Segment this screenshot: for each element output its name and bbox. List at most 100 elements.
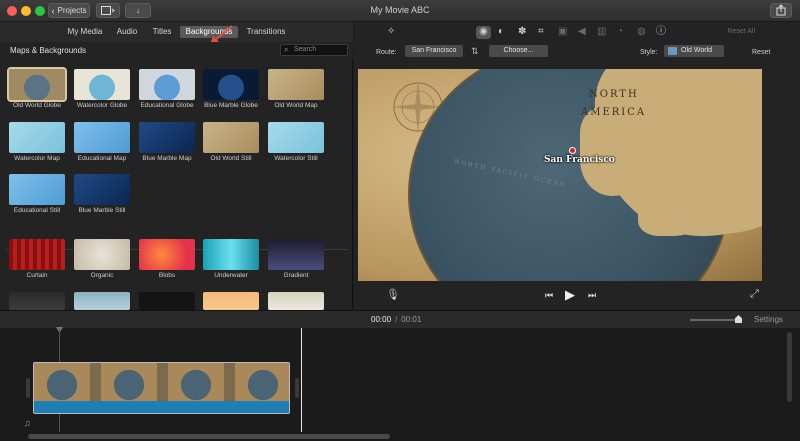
- educational-map-thumbnail[interactable]: [74, 122, 130, 153]
- swap-route-icon[interactable]: ⇅: [471, 46, 479, 57]
- globe: [408, 69, 762, 281]
- horizontal-scrollbar[interactable]: [28, 434, 390, 439]
- skip-forward-icon[interactable]: ⏭︎: [588, 290, 596, 301]
- tab-my-media[interactable]: My Media: [66, 26, 104, 38]
- play-icon[interactable]: ▶: [565, 287, 575, 303]
- map-label: Old World Globe: [13, 102, 61, 109]
- choose-destination-button[interactable]: Choose...: [489, 45, 548, 57]
- clip-frame: [235, 363, 289, 403]
- share-button[interactable]: [770, 3, 792, 18]
- old-world-globe-thumbnail[interactable]: [7, 67, 67, 102]
- volume-icon[interactable]: ◀: [578, 26, 586, 38]
- route-start-button[interactable]: San Francisco: [405, 45, 463, 57]
- current-time: 00:00: [371, 315, 392, 324]
- old-world-map-thumbnail[interactable]: [268, 69, 324, 100]
- old-world-still-thumbnail[interactable]: [203, 122, 259, 153]
- settings-button[interactable]: Settings: [754, 315, 783, 324]
- tab-titles[interactable]: Titles: [150, 26, 174, 38]
- timecode: 00:00/00:01: [371, 315, 421, 324]
- background-label: Curtain: [26, 272, 48, 279]
- curtain-background-thumbnail[interactable]: [9, 239, 65, 270]
- timeline-zoom-slider[interactable]: [690, 319, 740, 321]
- blue-marble-still-thumbnail[interactable]: [74, 174, 130, 205]
- info-icon[interactable]: ⓘ: [656, 26, 666, 38]
- map-label: Watercolor Map: [14, 155, 60, 162]
- underwater-background-thumbnail[interactable]: [203, 239, 259, 270]
- map-label: Blue Marble Map: [142, 155, 192, 162]
- window-title: My Movie ABC: [370, 5, 430, 15]
- gradient-background-thumbnail[interactable]: [268, 239, 324, 270]
- video-clip[interactable]: [33, 362, 290, 414]
- speed-icon[interactable]: ◔: [617, 26, 623, 38]
- reset-button[interactable]: Reset: [752, 49, 770, 56]
- watercolor-still-thumbnail[interactable]: [268, 122, 324, 153]
- clip-trim-handle-right[interactable]: [295, 378, 299, 398]
- background-thumbnail[interactable]: [74, 292, 130, 310]
- color-palette-icon[interactable]: ✽: [518, 26, 526, 38]
- stabilization-icon[interactable]: ◍: [637, 26, 646, 38]
- browser-tabs: My Media Audio Titles Backgrounds Transi…: [0, 22, 353, 42]
- blobs-background-thumbnail[interactable]: [139, 239, 195, 270]
- imovie-window: ‹ Projects ↓ My Movie ABC My Media Audio…: [0, 0, 800, 441]
- map-label: Blue Marble Still: [78, 207, 126, 214]
- map-route-controls: Route: San Francisco ⇅ Choose... Style: …: [354, 42, 800, 62]
- microphone-icon[interactable]: 🎙︎: [386, 288, 400, 301]
- timeline[interactable]: ♫: [0, 327, 800, 441]
- timeline-header: 00:00/00:01 Settings: [0, 310, 800, 328]
- color-balance-icon[interactable]: ◐: [498, 26, 504, 38]
- vertical-scrollbar[interactable]: [787, 332, 792, 402]
- watercolor-globe-thumbnail[interactable]: [74, 69, 130, 100]
- map-label: Watercolor Globe: [76, 102, 128, 109]
- watercolor-map-thumbnail[interactable]: [9, 122, 65, 153]
- location-pin-icon: [569, 147, 576, 154]
- background-thumbnail[interactable]: [139, 292, 195, 310]
- mexico-landmass: [638, 186, 708, 236]
- style-value: Old World: [681, 47, 712, 54]
- map-label: Blue Marble Globe: [204, 102, 258, 109]
- equalizer-icon[interactable]: ▥: [597, 26, 606, 38]
- reset-all-button[interactable]: Reset All: [727, 28, 755, 35]
- search-icon: ⌕: [284, 45, 289, 54]
- educational-still-thumbnail[interactable]: [9, 174, 65, 205]
- style-select[interactable]: Old World: [664, 45, 724, 57]
- search-placeholder: Search: [294, 46, 317, 53]
- blue-marble-globe-thumbnail[interactable]: [203, 69, 259, 100]
- skip-back-icon[interactable]: ⏮︎: [545, 290, 553, 301]
- map-label: Educational Globe: [140, 102, 194, 109]
- globe-icon[interactable]: ◉: [476, 26, 491, 39]
- route-label: Route:: [376, 49, 397, 56]
- magic-wand-icon[interactable]: ✧: [387, 26, 395, 38]
- tab-audio[interactable]: Audio: [115, 26, 139, 38]
- music-note-icon: ♫: [24, 418, 31, 428]
- background-thumbnail[interactable]: [9, 292, 65, 310]
- background-thumbnail[interactable]: [203, 292, 259, 310]
- section-title: Maps & Backgrounds: [10, 46, 87, 55]
- search-input[interactable]: ⌕ Search: [280, 44, 348, 56]
- crop-icon[interactable]: ⌗: [538, 26, 544, 38]
- background-label: Underwater: [214, 272, 248, 279]
- background-label: Blobs: [158, 272, 176, 279]
- duration: 00:01: [401, 315, 422, 324]
- tab-transitions[interactable]: Transitions: [246, 26, 286, 38]
- background-label: Organic: [90, 272, 114, 279]
- video-preview[interactable]: NORTH AMERICA NORTH PACIFIC OCEAN San Fr…: [358, 69, 762, 281]
- organic-background-thumbnail[interactable]: [74, 239, 130, 270]
- style-label: Style:: [640, 49, 658, 56]
- zoom-slider-knob[interactable]: [735, 315, 742, 323]
- educational-globe-thumbnail[interactable]: [139, 69, 195, 100]
- clip-audio-waveform: [34, 401, 289, 413]
- background-thumbnail[interactable]: [268, 292, 324, 310]
- section-header: Maps & Backgrounds ⌕ Search: [0, 42, 353, 59]
- time-separator: /: [395, 315, 398, 324]
- adjustments-toolbar: ✧ ◉ ◐ ✽ ⌗ ▣ ◀ ▥ ◔ ◍ ⓘ Reset All: [354, 22, 800, 42]
- city-label: San Francisco: [544, 155, 615, 165]
- clip-frame: [168, 363, 224, 403]
- playhead[interactable]: [301, 328, 302, 432]
- fullscreen-icon[interactable]: ⤢: [750, 288, 759, 301]
- blue-marble-map-thumbnail[interactable]: [139, 122, 195, 153]
- map-label: Watercolor Still: [274, 155, 318, 162]
- camera-icon[interactable]: ▣: [558, 26, 567, 38]
- clip-trim-handle-left[interactable]: [26, 378, 30, 398]
- playback-controls: 🎙︎ ⏮︎ ▶ ⏭︎ ⤢: [354, 284, 800, 310]
- viewer-panel: ✧ ◉ ◐ ✽ ⌗ ▣ ◀ ▥ ◔ ◍ ⓘ Reset All Route: S…: [354, 22, 800, 310]
